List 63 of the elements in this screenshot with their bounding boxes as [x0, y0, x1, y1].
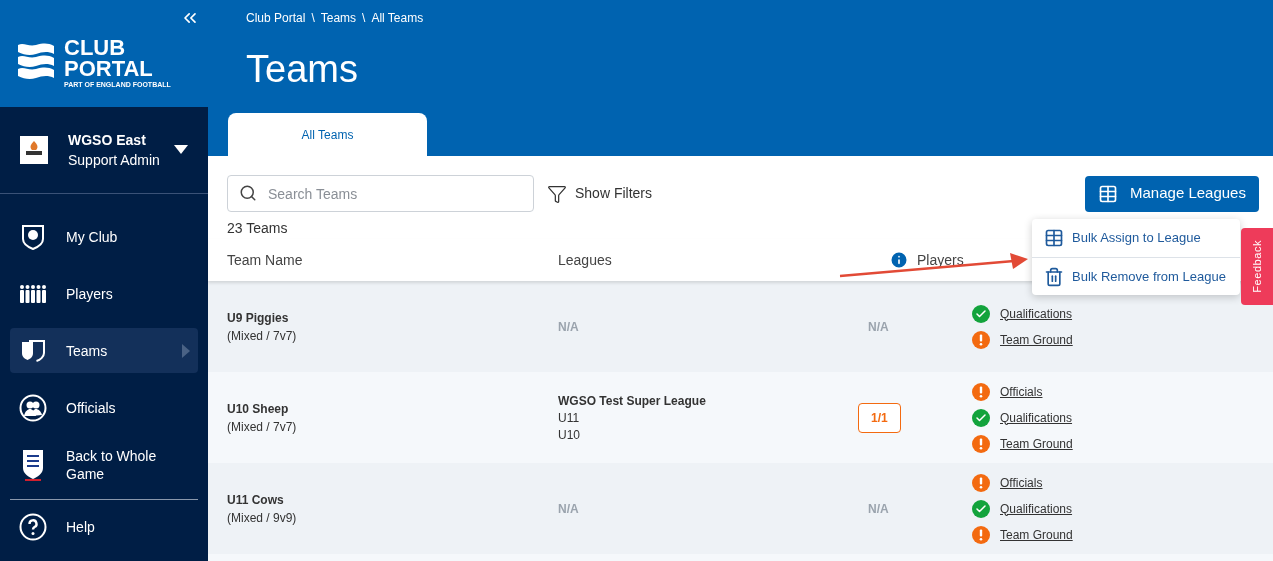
- league-division: U11: [558, 409, 581, 427]
- sidebar-item[interactable]: My Club: [10, 214, 198, 259]
- logo-text: PORTAL: [64, 58, 154, 80]
- warning-circle-icon: [972, 434, 990, 453]
- club-badge-icon: [20, 136, 48, 164]
- sidebar-item[interactable]: Players: [10, 271, 198, 316]
- trash-icon: [1044, 266, 1064, 287]
- breadcrumb-link[interactable]: Teams: [320, 9, 357, 27]
- dropdown-caret-icon[interactable]: [174, 145, 188, 155]
- check-link[interactable]: Officials: [1000, 382, 1043, 401]
- warning-circle-icon: [972, 473, 990, 492]
- warning-circle-icon: [972, 525, 990, 544]
- search-field[interactable]: Search Teams: [227, 175, 534, 212]
- column-header: Players: [917, 250, 964, 270]
- check-link[interactable]: Team Ground: [1000, 434, 1073, 453]
- page-title: Teams: [245, 47, 359, 91]
- empty-value: N/A: [868, 500, 889, 518]
- menu-item[interactable]: Bulk Assign to League: [1032, 219, 1240, 257]
- empty-value: N/A: [558, 318, 580, 336]
- league-division: U10: [558, 426, 581, 444]
- empty-value: N/A: [558, 500, 580, 518]
- breadcrumb-separator: \: [310, 10, 316, 27]
- warning-circle-icon: [972, 330, 990, 349]
- chevron-right-icon: [182, 343, 190, 358]
- breadcrumb-link[interactable]: Club Portal: [246, 9, 306, 27]
- team-format: (Mixed / 9v9): [227, 509, 298, 527]
- tab[interactable]: All Teams: [228, 113, 427, 156]
- sidebar-item[interactable]: Help: [10, 504, 198, 549]
- check-link[interactable]: Team Ground: [1000, 330, 1073, 349]
- sidebar-item[interactable]: Back to Whole Game: [10, 442, 198, 487]
- check-link[interactable]: Officials: [1000, 473, 1043, 492]
- people-circle-icon: [19, 393, 47, 422]
- team-name: U11 Cows: [227, 491, 285, 509]
- check-link[interactable]: Qualifications: [1000, 499, 1073, 518]
- table-icon: [1098, 183, 1119, 204]
- filter-icon: [547, 183, 567, 204]
- club-role: Support Admin: [68, 151, 161, 170]
- team-format: (Mixed / 7v7): [227, 418, 298, 436]
- column-header: Team Name: [227, 250, 304, 270]
- table-add-icon: [1044, 228, 1064, 248]
- team-name: U9 Piggies: [227, 309, 290, 327]
- search-icon: [239, 184, 257, 202]
- team-count: 23 Teams: [227, 219, 288, 238]
- info-icon[interactable]: [889, 250, 909, 270]
- check-link[interactable]: Qualifications: [1000, 408, 1073, 427]
- manage-leagues-button[interactable]: Manage Leagues: [1085, 175, 1259, 212]
- logo-text: CLUB: [64, 38, 127, 58]
- feedback-tab[interactable]: Feedback: [1241, 228, 1273, 305]
- empty-value: N/A: [868, 318, 889, 336]
- league-name: WGSO Test Super League: [558, 392, 707, 410]
- breadcrumb-separator: \: [361, 10, 367, 27]
- team-name: U10 Sheep: [227, 400, 290, 418]
- show-filters-button[interactable]: Show Filters: [547, 183, 653, 204]
- team-format: (Mixed / 7v7): [227, 327, 298, 345]
- check-link[interactable]: Qualifications: [1000, 304, 1073, 323]
- club-name: WGSO East: [68, 131, 147, 150]
- column-header: Leagues: [558, 250, 613, 270]
- sidebar-item[interactable]: Officials: [10, 385, 198, 430]
- sidebar-item[interactable]: Teams: [10, 328, 198, 373]
- menu-item[interactable]: Bulk Remove from League: [1032, 257, 1240, 295]
- help-icon: [19, 512, 47, 541]
- check-link[interactable]: Team Ground: [1000, 525, 1073, 544]
- warning-circle-icon: [972, 382, 990, 401]
